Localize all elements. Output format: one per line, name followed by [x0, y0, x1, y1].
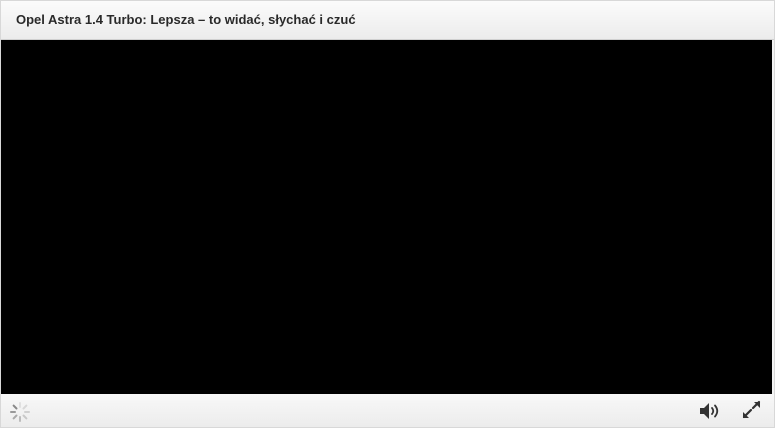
video-title: Opel Astra 1.4 Turbo: Lepsza – to widać,…: [16, 12, 356, 27]
fullscreen-button[interactable]: [739, 400, 765, 422]
video-canvas[interactable]: [1, 40, 772, 394]
video-player: Opel Astra 1.4 Turbo: Lepsza – to widać,…: [0, 0, 775, 428]
loading-spinner-icon: [9, 401, 31, 423]
volume-button[interactable]: [697, 400, 723, 422]
speaker-volume-icon: [697, 400, 723, 422]
control-bar: [1, 394, 774, 427]
title-bar: Opel Astra 1.4 Turbo: Lepsza – to widać,…: [1, 1, 774, 40]
fullscreen-expand-icon: [739, 400, 765, 422]
